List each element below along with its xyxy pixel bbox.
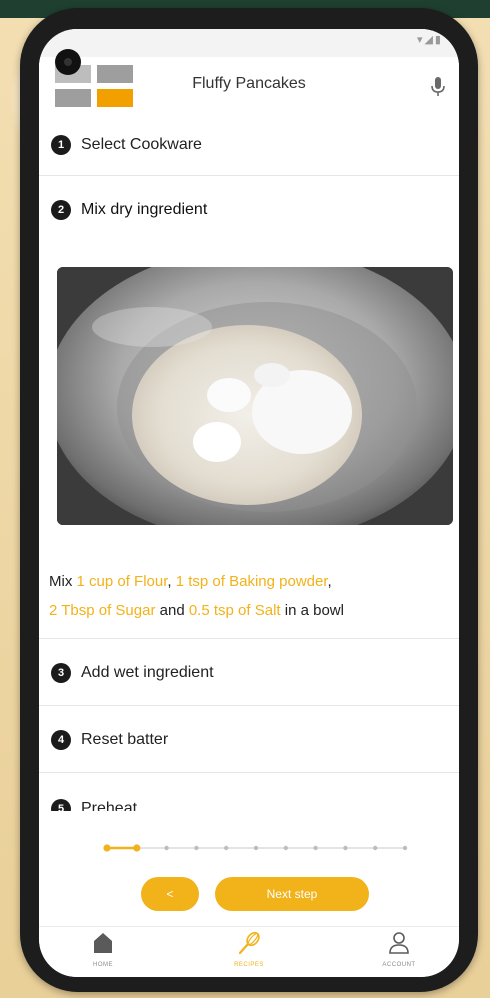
progress-dot bbox=[133, 844, 141, 852]
progress-dot bbox=[164, 845, 169, 851]
nav-label: HOME bbox=[93, 962, 113, 968]
step-number-badge: 2 bbox=[51, 200, 71, 220]
previous-step-button[interactable]: < bbox=[141, 877, 199, 911]
progress-dot bbox=[373, 845, 378, 851]
step-label: Reset batter bbox=[81, 731, 169, 748]
whisk-icon bbox=[238, 931, 260, 955]
progress-dot bbox=[194, 845, 199, 851]
step-item-add-wet-ingredient[interactable]: 3 Add wet ingredient bbox=[39, 639, 459, 706]
nav-item-recipes[interactable]: RECIPES bbox=[199, 931, 299, 968]
step-item-select-cookware[interactable]: 1 Select Cookware bbox=[39, 117, 459, 176]
step-label: Select Cookware bbox=[81, 136, 202, 153]
nav-item-account[interactable]: ACCOUNT bbox=[349, 931, 449, 968]
progress-dot bbox=[402, 845, 408, 851]
microphone-icon[interactable] bbox=[429, 75, 447, 99]
progress-dot bbox=[343, 845, 348, 851]
status-icons: ▾◢▮ bbox=[416, 34, 443, 46]
ingredient-highlight: 1 tsp of Baking powder bbox=[175, 573, 328, 590]
nav-label: RECIPES bbox=[234, 962, 264, 968]
account-icon bbox=[389, 932, 409, 954]
ingredient-highlight: 0.5 tsp of Salt bbox=[188, 602, 281, 619]
nav-label: ACCOUNT bbox=[382, 962, 416, 968]
phone-frame: ▾◢▮ Fluffy Pancakes 1 Select Cookware 2 … bbox=[20, 8, 478, 992]
next-step-button[interactable]: Next step bbox=[215, 877, 369, 911]
app-bar: Fluffy Pancakes bbox=[39, 57, 459, 118]
instruction-text: in a bowl bbox=[280, 602, 344, 619]
instruction-text: , bbox=[167, 573, 176, 590]
ingredient-highlight: 1 cup of Flour bbox=[76, 573, 168, 590]
step-progress-indicator bbox=[103, 844, 408, 852]
step-label: Mix dry ingredient bbox=[81, 201, 208, 218]
progress-dot bbox=[103, 844, 111, 852]
app-screen: ▾◢▮ Fluffy Pancakes 1 Select Cookware 2 … bbox=[39, 29, 459, 977]
status-bar: ▾◢▮ bbox=[39, 29, 459, 57]
step-number-badge: 3 bbox=[51, 663, 71, 683]
front-camera bbox=[55, 49, 81, 75]
step-photo-mixing-bowl bbox=[57, 267, 453, 525]
step-instruction-text: Mix 1 cup of Flour, 1 tsp of Baking powd… bbox=[49, 567, 449, 625]
progress-dot bbox=[253, 845, 259, 851]
instruction-text: and bbox=[155, 602, 189, 619]
progress-dot bbox=[313, 845, 318, 851]
step-number-badge: 4 bbox=[51, 730, 71, 750]
page-title: Fluffy Pancakes bbox=[192, 75, 306, 92]
ingredient-highlight: 2 Tbsp of Sugar bbox=[49, 602, 156, 619]
home-icon bbox=[94, 933, 112, 953]
instruction-text: Mix bbox=[49, 573, 77, 590]
progress-dot bbox=[224, 845, 229, 851]
nav-item-home[interactable]: HOME bbox=[53, 931, 153, 968]
instruction-text: , bbox=[327, 573, 332, 590]
step-number-badge: 1 bbox=[51, 135, 71, 155]
mixing-bowl-photo-icon bbox=[57, 267, 453, 525]
step-item-reset-batter[interactable]: 4 Reset batter bbox=[39, 706, 459, 773]
progress-dot bbox=[283, 845, 288, 851]
bottom-navigation: HOME RECIPES ACCOUNT bbox=[39, 926, 459, 977]
step-label: Add wet ingredient bbox=[81, 664, 214, 681]
